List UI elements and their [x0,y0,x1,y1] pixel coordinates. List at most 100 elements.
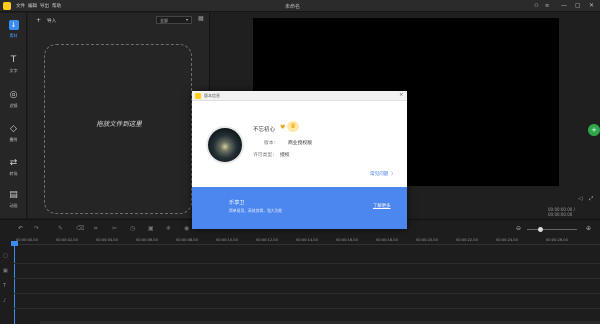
sidebar-item-label: 叠附 [9,137,18,142]
menu-file[interactable]: 文件 [16,3,25,9]
settings-icon[interactable]: ≡ [545,2,549,10]
sort-select-value: 全部 [160,18,168,23]
delete-icon[interactable]: ⌫ [76,225,84,232]
ruler-tick: 00:00:26.00 [546,238,568,242]
ruler-line [14,244,600,245]
menu-help[interactable]: 帮助 [52,3,61,9]
mic-icon[interactable]: ◉ [184,225,189,232]
grid-view-icon[interactable]: ▦ [198,15,204,22]
about-dialog: 版本信息 × 不忘初心 ♥ ♛ 版本： 商业授权版 许可类型： 授权 常见问题 … [192,91,407,229]
ruler-tick: 00:00:06.00 [136,238,158,242]
ruler-tick: 00:00:12.00 [256,238,278,242]
title-bar: 文件 编辑 导出 帮助 未命名 ⚇ ≡ — ▢ ✕ [0,0,600,12]
sidebar-item-label: 滤镜 [9,103,18,108]
dialog-app-icon [195,93,201,99]
video-track-icon: ▢ [3,253,8,259]
split-icon[interactable]: ✂ [112,225,117,232]
crown-icon: ♛ [287,121,299,132]
sort-select[interactable]: 全部 ▾ [156,16,192,24]
drop-text: 拖放文件到这里 [96,120,142,128]
ruler-tick: 00:00:14.00 [296,238,318,242]
ruler-tick: 00:00:02.00 [56,238,78,242]
minimize-button[interactable]: — [561,2,567,10]
menu-export[interactable]: 导出 [40,3,49,9]
music-track-icon: ♪ [3,298,7,304]
text-icon: T [10,55,17,65]
track-music[interactable] [14,295,600,309]
sidebar-item-overlay[interactable]: ◇ 叠附 [0,121,27,147]
overlay-track-icon: ▣ [3,268,8,274]
version-value: 商业授权版 [288,141,312,146]
window-title: 未命名 [285,4,301,10]
edit-icon[interactable]: ✎ [58,225,63,232]
ruler-tick: 00:00:04.00 [96,238,118,242]
import-label[interactable]: 导入 [47,18,56,24]
text-track-icon: T [3,283,7,289]
mosaic-icon[interactable]: ▣ [148,225,154,232]
import-icon: ↓ [8,20,19,30]
app-logo [3,2,11,10]
ruler-tick: 00:00:16.00 [336,238,358,242]
close-button[interactable]: ✕ [589,2,594,10]
ruler-tick: 00:00:24.00 [496,238,518,242]
zoom-in-icon[interactable]: ⊕ [586,225,591,232]
promo-button[interactable]: 了解更多 [373,203,391,209]
animation-icon: ▤ [9,190,18,200]
zoom-add-icon[interactable]: + [588,124,600,136]
dialog-close-button[interactable]: × [399,92,404,98]
sidebar-item-transition[interactable]: ⇄ 转场 [0,155,27,181]
sidebar-item-label: 转场 [9,171,18,176]
filter-icon: ◎ [9,90,18,100]
license-label: 许可类型： [253,153,277,158]
ruler-tick: 00:00:08.00 [176,238,198,242]
promo-subtitle: 简单易用，高效剪辑，强大功能 [229,208,283,213]
ruler-tick: 00:00:20.00 [416,238,438,242]
playhead-handle[interactable] [11,241,18,246]
preview-timecode: 00:00:00.00 / 00:00:00.00 [548,207,575,217]
user-icon[interactable]: ⚇ [534,2,538,10]
zoom-slider[interactable] [527,229,577,230]
ruler-tick: 00:00:18.00 [376,238,398,242]
track-text[interactable] [14,280,600,294]
maximize-button[interactable]: ▢ [575,2,581,10]
promo-title: 乐享卫 [229,200,245,206]
sidebar-item-animation[interactable]: ▤ 动画 [0,187,27,213]
sidebar-item-media[interactable]: ↓ 素材 [0,17,27,43]
track-overlay[interactable] [14,265,600,279]
zoom-out-icon[interactable]: ⊖ [516,225,521,232]
volume-icon[interactable]: ◁ [578,196,582,202]
transition-icon: ⇄ [9,158,18,168]
sidebar-item-label: 文字 [9,68,18,73]
avatar [206,126,244,164]
dialog-title-bar: 版本信息 × [192,91,407,101]
timeline-panel: ↶ ↷ ✎ ⌫ ⌗ ✂ ◷ ▣ ❄ ◉ ⊖ ⊕ 00:00:00.00 00:0… [0,219,600,324]
sidebar-item-label: 素材 [9,33,18,38]
drop-zone[interactable]: 拖放文件到这里 [44,44,192,214]
undo-icon[interactable]: ↶ [18,225,23,232]
redo-icon[interactable]: ↷ [34,225,39,232]
sidebar-item-label: 动画 [9,203,18,208]
ruler-tick: 00:00:22.00 [456,238,478,242]
sidebar-item-text[interactable]: T 文字 [0,52,27,78]
promo-banner: 乐享卫 简单易用，高效剪辑，强大功能 了解更多 [192,187,407,229]
track-video[interactable] [14,250,600,264]
faq-link[interactable]: 常见问题 [370,171,388,177]
version-label: 版本： [264,141,279,146]
overlay-icon: ◇ [10,124,17,134]
heart-icon: ♥ [280,124,286,131]
import-add-icon[interactable]: + [36,17,41,24]
zoom-slider-handle[interactable] [538,227,543,232]
ruler-tick: 00:00:10.00 [216,238,238,242]
menu-edit[interactable]: 编辑 [28,3,37,9]
freeze-icon[interactable]: ❄ [166,225,171,232]
license-value: 授权 [280,153,290,158]
chevron-right-icon[interactable]: 〉 [391,171,396,177]
ruler-tick: 00:00:00.00 [16,238,38,242]
speed-icon[interactable]: ◷ [130,225,135,232]
left-sidebar: ↓ 素材 T 文字 ◎ 滤镜 ◇ 叠附 ⇄ 转场 ▤ 动画 [0,13,27,218]
dialog-title: 版本信息 [204,93,220,98]
sidebar-item-filter[interactable]: ◎ 滤镜 [0,87,27,113]
user-name: 不忘初心 [253,127,276,133]
crop-icon[interactable]: ⌗ [94,225,97,233]
fullscreen-icon[interactable]: ⤢ [589,196,593,203]
